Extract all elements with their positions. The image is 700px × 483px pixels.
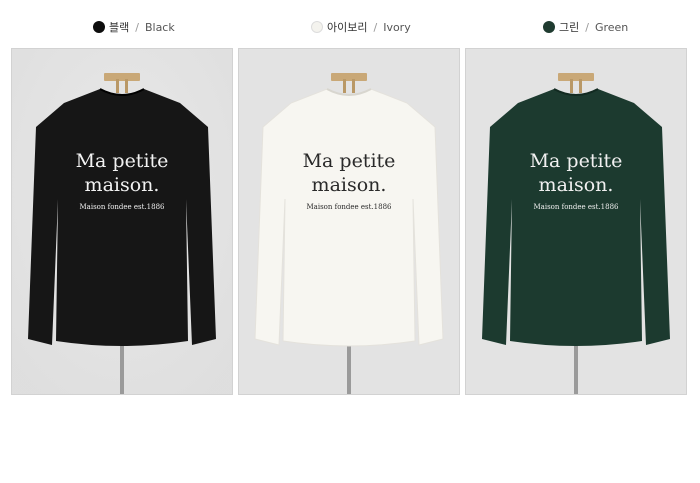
green-swatch-dot-icon: [543, 21, 555, 33]
separator: /: [135, 20, 139, 34]
print-line-2: maison.: [85, 174, 160, 196]
tshirt-ivory-illustration: Ma petite maison. Maison fondee est.1886: [239, 49, 459, 394]
print-line-1: Ma petite: [303, 150, 396, 172]
black-swatch-dot-icon: [93, 21, 105, 33]
print-line-3: Maison fondee est.1886: [79, 203, 165, 211]
separator: /: [373, 20, 378, 34]
print-line-3: Maison fondee est.1886: [306, 203, 392, 211]
ivory-swatch-dot-icon: [311, 21, 323, 33]
color-option-ivory[interactable]: 아이보리 / Ivory: [311, 18, 411, 36]
product-image-ivory[interactable]: Ma petite maison. Maison fondee est.1886: [238, 48, 460, 395]
tshirt-green-illustration: Ma petite maison. Maison fondee est.1886: [466, 49, 686, 394]
product-image-black[interactable]: Ma petite maison. Maison fondee est.1886: [11, 48, 233, 395]
tshirt-black-illustration: Ma petite maison. Maison fondee est.1886: [12, 49, 232, 394]
print-line-1: Ma petite: [76, 150, 169, 172]
product-image-green[interactable]: Ma petite maison. Maison fondee est.1886: [465, 48, 687, 395]
color-options-row: 블랙 / Black 아이보리 / Ivory 그린 / Green: [0, 18, 700, 36]
color-korean-label: 아이보리: [327, 21, 368, 34]
separator: /: [585, 20, 589, 34]
color-option-green[interactable]: 그린 / Green: [543, 18, 628, 36]
print-line-3: Maison fondee est.1886: [533, 203, 619, 211]
print-line-2: maison.: [312, 174, 387, 196]
color-option-black[interactable]: 블랙 / Black: [93, 18, 175, 36]
color-english-label: Green: [594, 20, 629, 34]
color-korean-label: 블랙: [109, 21, 130, 34]
print-line-2: maison.: [539, 174, 614, 196]
print-line-1: Ma petite: [530, 150, 623, 172]
color-english-label: Black: [144, 20, 175, 34]
color-korean-label: 그린: [559, 21, 580, 34]
color-english-label: Ivory: [383, 20, 411, 34]
